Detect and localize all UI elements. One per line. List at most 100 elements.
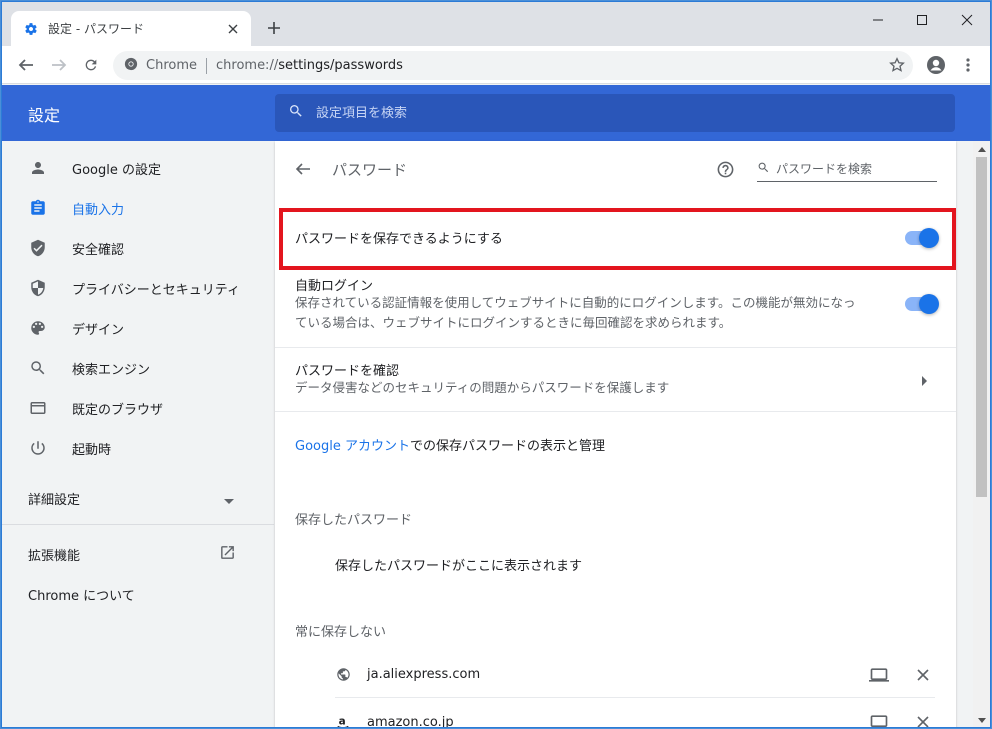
card-header: パスワード xyxy=(275,141,956,197)
window-close-icon[interactable] xyxy=(947,8,987,32)
auto-signin-desc-line1: 保存されている認証情報を使用してウェブサイトに自動的にログインします。この機能が… xyxy=(295,295,856,310)
scroll-up-icon[interactable] xyxy=(973,141,990,157)
browser-window-icon xyxy=(28,398,48,418)
settings-title: 設定 xyxy=(28,106,61,125)
google-account-row: Google アカウントでの保存パスワードの表示と管理 xyxy=(275,411,956,475)
palette-icon xyxy=(28,318,48,338)
remove-close-icon[interactable] xyxy=(911,663,935,687)
sidebar-item-label: 自動入力 xyxy=(72,202,125,218)
profile-avatar-icon[interactable] xyxy=(924,53,948,77)
url-scheme: chrome:// xyxy=(216,58,279,73)
url-path: settings/passwords xyxy=(278,58,403,73)
amazon-icon: a xyxy=(335,714,351,728)
sidebar-item-autofill[interactable]: 自動入力 xyxy=(2,188,274,228)
tab-close-icon[interactable] xyxy=(225,21,241,37)
url-text: chrome://settings/passwords xyxy=(216,58,403,73)
settings-search-input[interactable] xyxy=(316,105,916,121)
power-icon xyxy=(28,438,48,458)
passwords-card: パスワード パスワードを保存できるようにする 自動ログイン 保存されている認証情… xyxy=(275,141,956,728)
settings-search[interactable] xyxy=(275,94,955,132)
search-icon xyxy=(28,358,48,378)
toggle-knob xyxy=(919,228,939,248)
search-icon xyxy=(288,103,304,123)
toolbar: Chrome chrome://settings/passwords xyxy=(2,46,990,84)
offer-to-save-label: パスワードを保存できるようにする xyxy=(295,232,503,247)
forward-icon[interactable] xyxy=(47,53,71,77)
offer-to-save-row[interactable]: パスワードを保存できるようにする xyxy=(275,213,956,270)
clipboard-icon xyxy=(28,198,48,218)
maximize-icon[interactable] xyxy=(902,8,942,32)
sidebar-about-chrome[interactable]: Chrome について xyxy=(28,585,135,604)
offer-to-save-toggle[interactable] xyxy=(905,228,939,248)
sidebar-item-appearance[interactable]: デザイン xyxy=(2,308,274,348)
auto-signin-toggle[interactable] xyxy=(905,294,939,314)
list-item: a amazon.co.jp xyxy=(335,699,935,728)
sidebar-item-safety-check[interactable]: 安全確認 xyxy=(2,228,274,268)
password-search[interactable] xyxy=(757,157,937,182)
site-label: Chrome xyxy=(146,58,197,73)
back-icon[interactable] xyxy=(14,53,38,77)
sidebar-advanced-label: 詳細設定 xyxy=(28,493,81,508)
check-passwords-row[interactable]: パスワードを確認 データ侵害などのセキュリティの問題からパスワードを保護します xyxy=(275,347,956,411)
scrollbar-thumb[interactable] xyxy=(976,157,987,497)
sidebar-item-label: 起動時 xyxy=(72,442,112,458)
sidebar-item-privacy[interactable]: プライバシーとセキュリティ xyxy=(2,268,274,308)
auto-signin-desc-line2: ている場合は、ウェブサイトにログインするときに毎回確認を求められます。 xyxy=(295,315,732,330)
password-search-input[interactable] xyxy=(776,162,926,176)
address-bar[interactable]: Chrome chrome://settings/passwords xyxy=(113,51,913,80)
list-item: ja.aliexpress.com xyxy=(335,652,935,698)
page-title: パスワード xyxy=(332,161,408,179)
address-divider xyxy=(206,57,207,74)
menu-kebab-icon[interactable] xyxy=(956,53,980,77)
shield-check-icon xyxy=(28,238,48,258)
laptop-icon[interactable] xyxy=(867,710,891,727)
auto-signin-row[interactable]: 自動ログイン 保存されている認証情報を使用してウェブサイトに自動的にログインしま… xyxy=(275,270,956,347)
sidebar-item-on-startup[interactable]: 起動時 xyxy=(2,428,274,468)
never-saved-header: 常に保存しない xyxy=(295,625,387,640)
sidebar-item-google[interactable]: Google の設定 xyxy=(2,148,274,188)
open-in-new-icon xyxy=(219,544,236,565)
sidebar-item-default-browser[interactable]: 既定のブラウザ xyxy=(2,388,274,428)
site-name: ja.aliexpress.com xyxy=(367,667,481,682)
sidebar-item-label: 既定のブラウザ xyxy=(72,402,164,418)
gear-icon xyxy=(23,21,39,37)
check-passwords-label: パスワードを確認 xyxy=(295,364,400,379)
reload-icon[interactable] xyxy=(79,53,103,77)
browser-window: 設定 - パスワード Chrome chrome://settings/pass… xyxy=(1,1,991,728)
google-account-text: Google アカウントでの保存パスワードの表示と管理 xyxy=(295,435,605,454)
tab-title: 設定 - パスワード xyxy=(48,22,144,36)
new-tab-icon[interactable] xyxy=(264,18,284,38)
google-account-link[interactable]: Google アカウント xyxy=(295,439,410,454)
sidebar-extensions-label: 拡張機能 xyxy=(28,549,81,564)
check-passwords-desc: データ侵害などのセキュリティの問題からパスワードを保護します xyxy=(295,380,670,395)
chevron-right-icon xyxy=(922,375,928,390)
sidebar-item-label: Google の設定 xyxy=(72,162,161,178)
bookmark-star-icon[interactable] xyxy=(885,53,909,77)
settings-header: 設定 xyxy=(2,85,990,141)
google-account-rest: での保存パスワードの表示と管理 xyxy=(409,439,605,454)
site-name: amazon.co.jp xyxy=(367,714,454,728)
sidebar-item-label: デザイン xyxy=(72,322,125,338)
saved-passwords-empty: 保存したパスワードがここに表示されます xyxy=(335,559,583,574)
sidebar-divider xyxy=(2,524,274,525)
remove-close-icon[interactable] xyxy=(911,710,935,727)
sidebar-extensions[interactable]: 拡張機能 xyxy=(28,545,238,564)
page-scrollbar[interactable] xyxy=(973,141,990,727)
chrome-logo-icon xyxy=(124,57,138,75)
caret-down-icon xyxy=(224,494,234,509)
auto-signin-label: 自動ログイン xyxy=(295,279,374,294)
back-arrow-icon[interactable] xyxy=(293,159,313,179)
minimize-icon[interactable] xyxy=(858,8,898,32)
svg-text:a: a xyxy=(339,716,346,728)
scroll-down-icon[interactable] xyxy=(973,712,990,727)
help-icon[interactable] xyxy=(715,159,735,179)
sidebar-item-label: 検索エンジン xyxy=(72,362,151,378)
sidebar-advanced[interactable]: 詳細設定 xyxy=(28,489,238,508)
saved-passwords-header: 保存したパスワード xyxy=(295,513,413,528)
sidebar: Google の設定 自動入力 安全確認 プライバシーとセキュリティ デザイン … xyxy=(2,141,274,727)
title-bar: 設定 - パスワード xyxy=(2,2,990,46)
sidebar-item-label: プライバシーとセキュリティ xyxy=(72,282,240,298)
laptop-icon[interactable] xyxy=(867,663,891,687)
sidebar-item-search-engine[interactable]: 検索エンジン xyxy=(2,348,274,388)
tab-settings-passwords[interactable]: 設定 - パスワード xyxy=(11,11,251,46)
